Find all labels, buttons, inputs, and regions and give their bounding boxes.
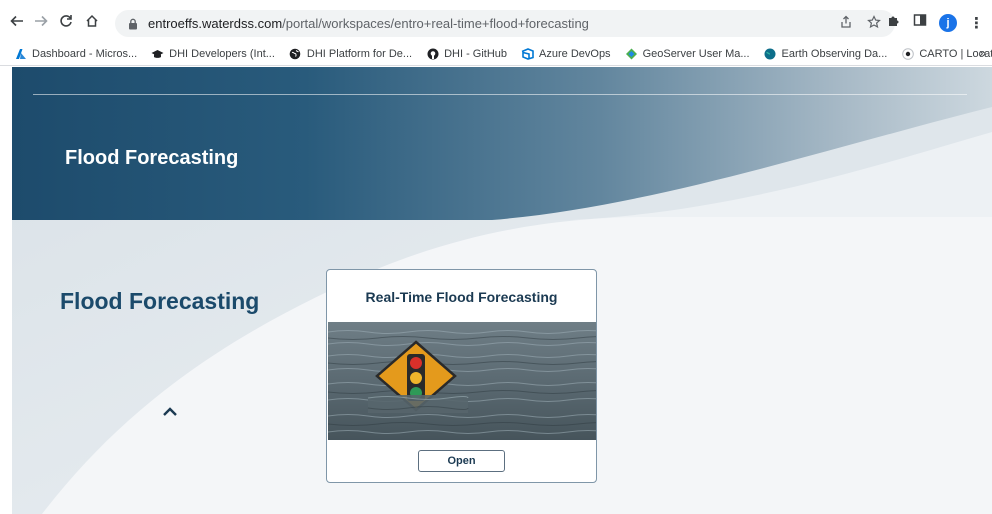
card-title: Real-Time Flood Forecasting <box>365 289 558 305</box>
url-text[interactable]: entroeffs.waterdss.com/portal/workspaces… <box>148 16 589 31</box>
bookmark-azure-devops[interactable]: Azure DevOps <box>521 47 611 60</box>
reload-button[interactable] <box>55 10 77 32</box>
browser-toolbar: entroeffs.waterdss.com/portal/workspaces… <box>0 0 992 42</box>
bookmark-dhi-developers[interactable]: DHI Developers (Int... <box>151 47 275 60</box>
home-button[interactable] <box>81 10 103 32</box>
back-button[interactable] <box>6 10 28 32</box>
reload-icon <box>60 15 72 27</box>
hero-divider <box>33 94 967 95</box>
forward-button[interactable] <box>30 10 52 32</box>
carto-icon <box>901 47 914 60</box>
section-title: Flood Forecasting <box>60 288 260 314</box>
lock-icon <box>127 17 139 31</box>
url-host: entroeffs.waterdss.com <box>148 16 283 31</box>
bookmark-earth-observing[interactable]: Earth Observing Da... <box>764 47 887 60</box>
open-button[interactable]: Open <box>418 450 505 472</box>
chevron-up-icon[interactable] <box>160 405 180 419</box>
globe-icon <box>289 47 302 60</box>
hero-title: Flood Forecasting <box>65 147 239 169</box>
share-icon[interactable] <box>839 15 853 32</box>
home-icon <box>86 14 98 27</box>
workspace-card[interactable]: Real-Time Flood Forecasting Open <box>326 269 597 483</box>
bookmark-dashboard[interactable]: Dashboard - Micros... <box>14 47 137 60</box>
side-panel-icon[interactable] <box>913 13 927 32</box>
page-content: Flood Forecasting Flood Forecasting Real… <box>12 67 992 514</box>
flooded-traffic-sign-image <box>328 322 596 440</box>
bookmarks-bar: Dashboard - Micros... DHI Developers (In… <box>0 42 992 66</box>
github-icon <box>426 47 439 60</box>
bookmark-star-icon[interactable] <box>867 15 881 32</box>
geoserver-icon <box>625 47 638 60</box>
menu-kebab-icon[interactable]: ⋮ <box>969 14 984 32</box>
earth-icon <box>764 47 777 60</box>
url-path: /portal/workspaces/entro+real-time+flood… <box>282 16 589 31</box>
azure-devops-dashboard-icon <box>14 47 27 60</box>
bookmark-geoserver[interactable]: GeoServer User Ma... <box>625 47 750 60</box>
arrow-left-icon <box>10 15 23 27</box>
profile-avatar[interactable]: j <box>939 13 957 32</box>
address-bar[interactable]: entroeffs.waterdss.com/portal/workspaces… <box>115 10 895 37</box>
bookmark-dhi-platform[interactable]: DHI Platform for De... <box>289 47 412 60</box>
graduation-cap-icon <box>151 47 164 60</box>
bookmarks-overflow-button[interactable]: » <box>979 46 986 60</box>
extensions-icon[interactable] <box>887 13 901 32</box>
bookmark-github[interactable]: DHI - GitHub <box>426 47 507 60</box>
arrow-right-icon <box>35 15 48 27</box>
azure-devops-icon <box>521 47 534 60</box>
